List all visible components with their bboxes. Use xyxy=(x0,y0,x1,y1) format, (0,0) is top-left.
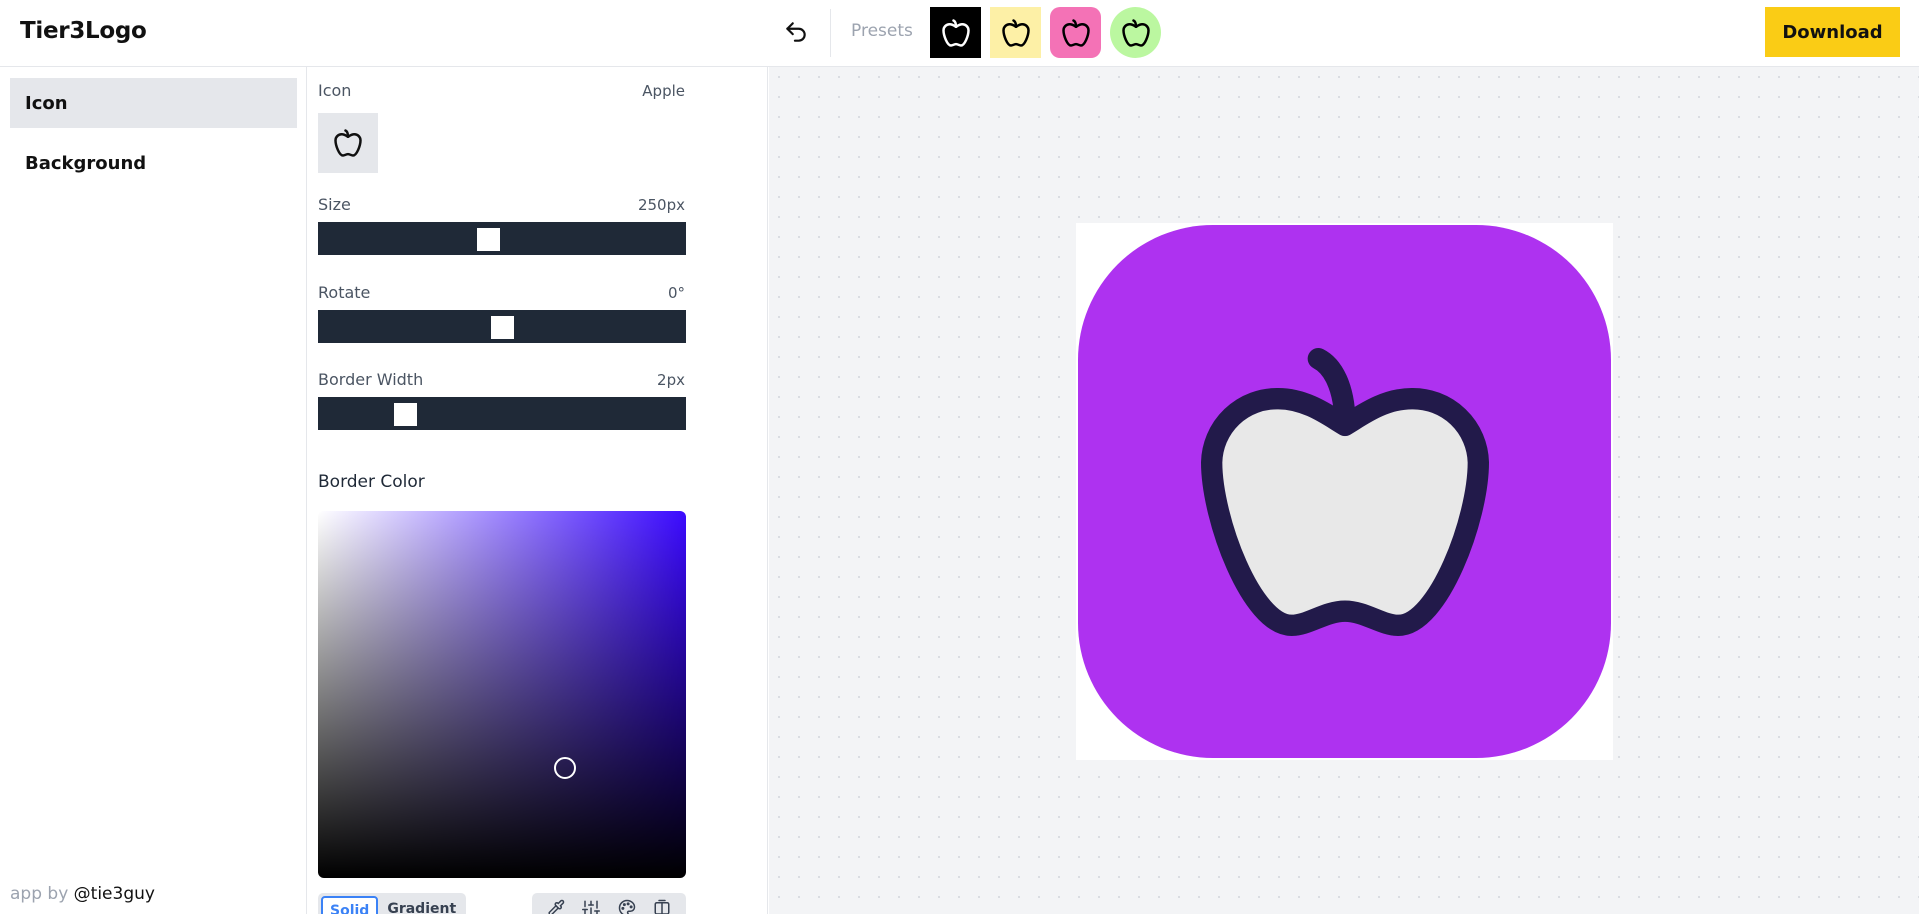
rotate-value: 0° xyxy=(667,284,685,302)
eyedropper-icon xyxy=(548,899,564,914)
border-width-slider[interactable] xyxy=(318,397,686,430)
credit-prefix: app by xyxy=(10,884,69,904)
eyedropper-button[interactable] xyxy=(545,897,567,914)
size-slider[interactable] xyxy=(318,222,686,255)
sidebar-item-icon[interactable]: Icon xyxy=(10,78,297,128)
app-credit: app by @tie3guy xyxy=(10,884,155,904)
presets-label: Presets xyxy=(851,21,913,41)
logo-preview-background xyxy=(1078,225,1611,758)
apple-icon xyxy=(1200,347,1489,636)
color-picker-handle[interactable] xyxy=(554,757,576,779)
color-mode-tabs: Solid Gradient xyxy=(318,893,467,914)
size-value: 250px xyxy=(637,196,685,214)
columns-icon xyxy=(654,899,670,914)
size-slider-thumb[interactable] xyxy=(477,228,500,251)
border-width-label: Border Width xyxy=(318,370,424,389)
apple-icon xyxy=(1061,18,1090,47)
app-logo[interactable]: Tier3Logo xyxy=(20,18,147,44)
sliders-icon xyxy=(582,900,601,914)
apple-icon xyxy=(1001,18,1030,47)
layout-button[interactable] xyxy=(651,897,673,914)
tab-solid[interactable]: Solid xyxy=(321,896,379,914)
adjustments-button[interactable] xyxy=(580,897,602,914)
icon-label: Icon xyxy=(318,81,352,100)
logo-preview-frame xyxy=(1076,223,1613,760)
header-divider xyxy=(830,9,831,57)
preview-canvas xyxy=(769,67,1919,914)
border-color-label: Border Color xyxy=(318,472,425,492)
preset-green[interactable] xyxy=(1110,7,1161,58)
border-width-value: 2px xyxy=(657,371,685,389)
icon-selector-button[interactable] xyxy=(318,113,378,173)
apple-icon xyxy=(334,129,362,157)
settings-panel: Icon Apple Size 250px Rotate 0° Border W… xyxy=(308,67,768,914)
credit-handle-link[interactable]: @tie3guy xyxy=(74,884,155,904)
border-width-slider-thumb[interactable] xyxy=(394,403,417,426)
rotate-slider-thumb[interactable] xyxy=(491,316,514,339)
preset-black[interactable] xyxy=(930,7,981,58)
color-saturation-picker[interactable] xyxy=(318,511,686,878)
apple-icon xyxy=(1121,18,1150,47)
color-tools xyxy=(532,893,686,914)
palette-button[interactable] xyxy=(616,897,638,914)
rotate-label: Rotate xyxy=(318,283,371,302)
preset-pink[interactable] xyxy=(1050,7,1101,58)
rotate-slider[interactable] xyxy=(318,310,686,343)
apple-icon xyxy=(941,18,970,47)
sidebar-item-background[interactable]: Background xyxy=(10,138,297,188)
undo-button[interactable] xyxy=(780,16,812,48)
palette-icon xyxy=(618,899,636,914)
size-label: Size xyxy=(318,195,351,214)
preset-yellow[interactable] xyxy=(990,7,1041,58)
icon-value: Apple xyxy=(642,82,685,100)
top-bar: Tier3Logo Presets Download xyxy=(0,0,1919,67)
tab-gradient[interactable]: Gradient xyxy=(380,896,463,914)
download-button[interactable]: Download xyxy=(1765,7,1900,57)
undo-icon xyxy=(786,22,806,42)
sidebar: Icon Background app by @tie3guy xyxy=(0,67,307,914)
